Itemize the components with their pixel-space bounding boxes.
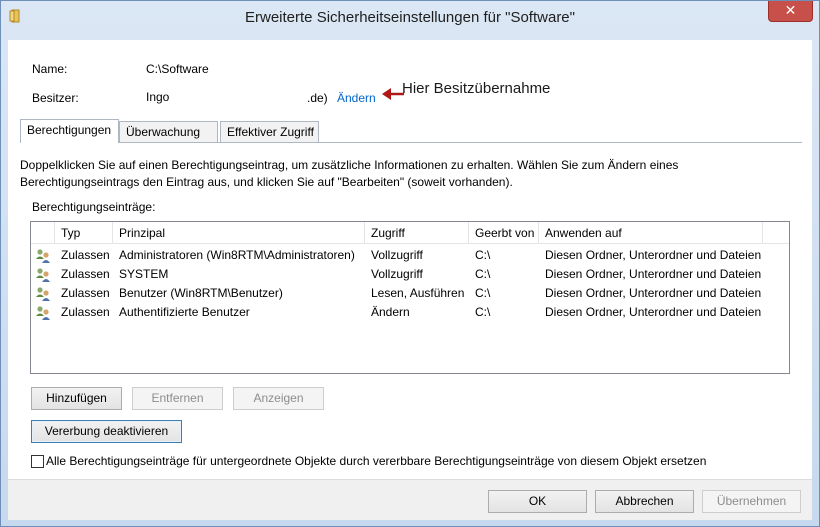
table-row[interactable]: Zulassen Authentifizierte Benutzer Änder…: [31, 303, 789, 322]
tab-effektiver-zugriff[interactable]: Effektiver Zugriff: [220, 121, 319, 142]
tab-berechtigungen[interactable]: Berechtigungen: [20, 119, 119, 143]
remove-button[interactable]: Entfernen: [132, 387, 223, 410]
row-principal: Authentifizierte Benutzer: [119, 305, 250, 319]
row-access: Vollzugriff: [371, 248, 423, 262]
title-bar[interactable]: Erweiterte Sicherheitseinstellungen für …: [1, 1, 819, 33]
add-button[interactable]: Hinzufügen: [31, 387, 122, 410]
table-row[interactable]: Zulassen Administratoren (Win8RTM\Admini…: [31, 246, 789, 265]
row-type: Zulassen: [61, 305, 110, 319]
tab-ueberwachung[interactable]: Überwachung: [119, 121, 218, 142]
column-header-geerbt-von[interactable]: Geerbt von: [469, 222, 539, 244]
row-principal: SYSTEM: [119, 267, 169, 281]
row-principal: Benutzer (Win8RTM\Benutzer): [119, 286, 283, 300]
apply-button[interactable]: Übernehmen: [702, 490, 801, 513]
owner-change-link[interactable]: Ändern: [337, 91, 376, 105]
permission-entries-list[interactable]: Typ Prinzipal Zugriff Geerbt von Anwende…: [30, 221, 790, 374]
column-header-icon: [31, 222, 55, 244]
owner-label: Besitzer:: [32, 91, 79, 105]
user-group-icon: [36, 306, 50, 320]
table-row[interactable]: Zulassen SYSTEM Vollzugriff C:\ Diesen O…: [31, 265, 789, 284]
row-inherited: C:\: [475, 267, 491, 281]
close-button[interactable]: ✕: [768, 1, 813, 22]
security-dialog-window: Erweiterte Sicherheitseinstellungen für …: [0, 0, 820, 527]
replace-child-permissions-label: Alle Berechtigungseinträge für untergeor…: [46, 454, 707, 468]
name-label: Name:: [32, 62, 68, 76]
owner-suffix: .de): [307, 91, 328, 105]
row-type: Zulassen: [61, 248, 110, 262]
row-inherited: C:\: [475, 248, 491, 262]
row-type: Zulassen: [61, 267, 110, 281]
row-inherited: C:\: [475, 305, 491, 319]
annotation-text: Hier Besitzübernahme: [402, 80, 551, 97]
owner-value: Ingo: [146, 90, 170, 104]
dialog-client-area: Name: C:\Software Besitzer: Ingo .de) Än…: [8, 40, 812, 520]
user-group-icon: [36, 249, 50, 263]
row-principal: Administratoren (Win8RTM\Administratoren…: [119, 248, 355, 262]
row-access: Vollzugriff: [371, 267, 423, 281]
row-applies: Diesen Ordner, Unterordner und Dateien: [545, 305, 762, 319]
row-applies: Diesen Ordner, Unterordner und Dateien: [545, 248, 762, 262]
column-header-typ[interactable]: Typ: [55, 222, 113, 244]
row-access: Ändern: [371, 305, 410, 319]
column-header-zugriff[interactable]: Zugriff: [365, 222, 469, 244]
description-text: Doppelklicken Sie auf einen Berechtigung…: [20, 158, 679, 189]
user-group-icon: [36, 287, 50, 301]
row-inherited: C:\: [475, 286, 491, 300]
view-button[interactable]: Anzeigen: [233, 387, 324, 410]
column-header-prinzipal[interactable]: Prinzipal: [113, 222, 365, 244]
table-row[interactable]: Zulassen Benutzer (Win8RTM\Benutzer) Les…: [31, 284, 789, 303]
row-applies: Diesen Ordner, Unterordner und Dateien: [545, 286, 762, 300]
entries-label: Berechtigungseinträge:: [32, 200, 156, 214]
row-type: Zulassen: [61, 286, 110, 300]
window-title: Erweiterte Sicherheitseinstellungen für …: [245, 9, 575, 26]
replace-child-permissions-checkbox[interactable]: [31, 455, 44, 468]
column-header-anwenden-auf[interactable]: Anwenden auf: [539, 222, 763, 244]
row-applies: Diesen Ordner, Unterordner und Dateien: [545, 267, 762, 281]
disable-inheritance-button[interactable]: Vererbung deaktivieren: [31, 420, 182, 443]
annotation-arrow-icon: [382, 88, 404, 100]
list-header: Typ Prinzipal Zugriff Geerbt von Anwende…: [31, 222, 789, 244]
name-value: C:\Software: [146, 62, 209, 76]
cancel-button[interactable]: Abbrechen: [595, 490, 694, 513]
ok-button[interactable]: OK: [488, 490, 587, 513]
row-access: Lesen, Ausführen: [371, 286, 465, 300]
user-group-icon: [36, 268, 50, 282]
